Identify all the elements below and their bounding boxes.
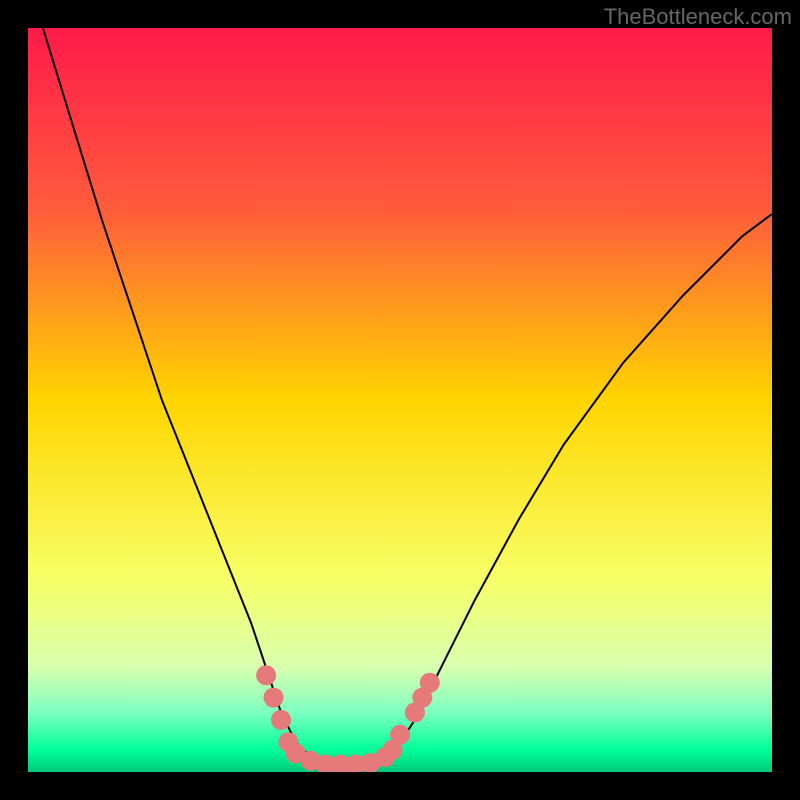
highlight-dot [390,725,410,745]
highlight-dot [256,665,276,685]
watermark-text: TheBottleneck.com [604,4,792,30]
chart-svg [28,28,772,772]
gradient-background [28,28,772,772]
chart-area [28,28,772,772]
highlight-dot [264,688,284,708]
highlight-dot [271,710,291,730]
highlight-dot [420,673,440,693]
